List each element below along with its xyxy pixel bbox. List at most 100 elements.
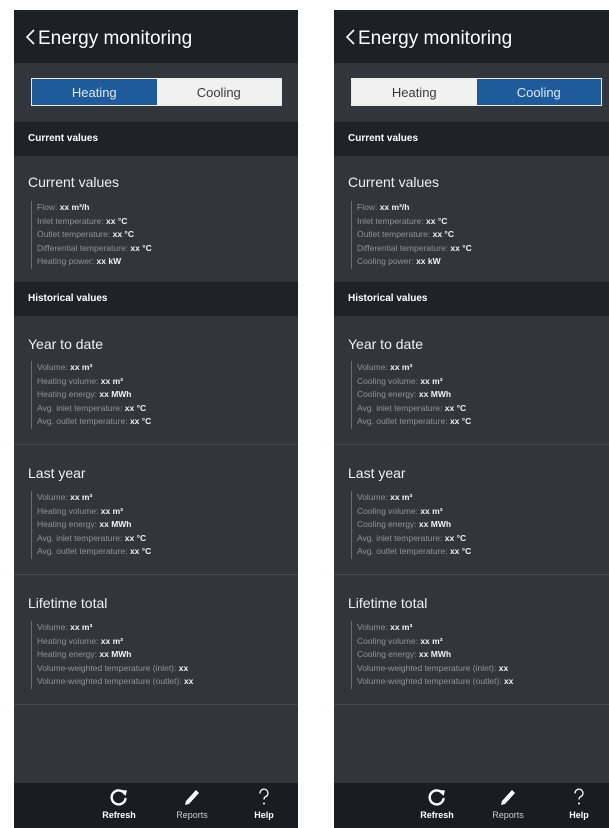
reports-label: Reports xyxy=(492,810,524,820)
title-bar: Energy monitoring xyxy=(334,10,609,63)
list-item: Volume-weighted temperature (outlet): xx xyxy=(357,676,514,686)
title-bar: Energy monitoring xyxy=(14,10,298,63)
divider xyxy=(14,444,298,445)
last-year-list: Volume: xx m³ Cooling volume: xx m³ Cool… xyxy=(351,491,471,559)
year-to-date-list: Volume: xx m³ Cooling volume: xx m³ Cool… xyxy=(351,361,471,429)
list-item: Volume: xx m³ xyxy=(37,492,93,502)
help-button[interactable]: Help xyxy=(236,787,292,827)
list-item: Heating energy: xx MWh xyxy=(37,649,132,659)
divider xyxy=(334,704,609,705)
row-flow: Flow: xx m³/h xyxy=(37,202,90,212)
help-icon xyxy=(574,788,584,805)
row-outlet-temperature: Outlet temperature: xx °C xyxy=(357,229,454,239)
list-item: Cooling energy: xx MWh xyxy=(357,389,452,399)
historical-values-section-header: Historical values xyxy=(334,282,609,316)
list-item: Volume: xx m³ xyxy=(37,622,93,632)
list-item: Avg. inlet temperature: xx °C xyxy=(357,402,467,413)
list-item: Volume: xx m³ xyxy=(37,362,93,372)
screen-heating: Energy monitoring Heating Cooling Curren… xyxy=(14,10,298,828)
year-to-date-list: Volume: xx m³ Heating volume: xx m³ Heat… xyxy=(31,361,151,429)
bottom-tab-bar: Refresh Reports Help xyxy=(334,783,609,828)
reports-button[interactable]: Reports xyxy=(164,787,220,827)
help-button[interactable]: Help xyxy=(551,787,607,827)
help-label: Help xyxy=(254,810,274,820)
list-item: Cooling volume: xx m³ xyxy=(357,635,443,646)
list-item: Heating volume: xx m³ xyxy=(37,375,124,386)
section-label: Current values xyxy=(348,133,419,144)
block-heading: Last year xyxy=(28,465,86,481)
divider xyxy=(14,574,298,575)
row-inlet-temperature: Inlet temperature: xx °C xyxy=(37,215,128,226)
block-heading: Lifetime total xyxy=(348,595,428,611)
row-power: Heating power: xx kW xyxy=(37,256,122,266)
section-label: Current values xyxy=(28,133,99,144)
list-item: Avg. outlet temperature: xx °C xyxy=(37,416,152,426)
list-item: Avg. outlet temperature: xx °C xyxy=(357,546,472,556)
list-item: Avg. inlet temperature: xx °C xyxy=(37,532,147,543)
heating-tab[interactable]: Heating xyxy=(352,79,477,105)
divider xyxy=(334,444,609,445)
list-item: Avg. inlet temperature: xx °C xyxy=(357,532,467,543)
current-values-section-header: Current values xyxy=(334,122,609,156)
row-differential-temperature: Differential temperature: xx °C xyxy=(37,242,152,253)
list-item: Heating volume: xx m³ xyxy=(37,505,124,516)
page-title: Energy monitoring xyxy=(358,28,513,49)
row-differential-temperature: Differential temperature: xx °C xyxy=(357,242,472,253)
row-power: Cooling power: xx kW xyxy=(357,256,441,266)
list-item: Cooling energy: xx MWh xyxy=(357,519,452,529)
block-heading: Year to date xyxy=(348,336,423,352)
list-item: Cooling volume: xx m³ xyxy=(357,375,443,386)
lifetime-total-list: Volume: xx m³ Heating volume: xx m³ Heat… xyxy=(31,621,193,689)
row-flow: Flow: xx m³/h xyxy=(357,202,410,212)
mode-segmented-control: Heating Cooling xyxy=(351,78,602,106)
page-title: Energy monitoring xyxy=(38,28,193,49)
list-item: Cooling energy: xx MWh xyxy=(357,649,452,659)
last-year-list: Volume: xx m³ Heating volume: xx m³ Heat… xyxy=(31,491,151,559)
cooling-tab[interactable]: Cooling xyxy=(476,79,601,105)
row-outlet-temperature: Outlet temperature: xx °C xyxy=(37,229,134,239)
block-heading: Year to date xyxy=(28,336,103,352)
reports-button[interactable]: Reports xyxy=(480,787,536,827)
help-icon xyxy=(259,788,269,805)
pencil-icon xyxy=(185,790,199,805)
current-values-section-header: Current values xyxy=(14,122,298,156)
section-label: Historical values xyxy=(348,293,428,304)
pencil-icon xyxy=(501,790,515,805)
list-item: Volume: xx m³ xyxy=(357,492,413,502)
block-heading: Current values xyxy=(28,174,120,190)
help-label: Help xyxy=(569,810,589,820)
list-item: Avg. outlet temperature: xx °C xyxy=(357,416,472,426)
refresh-label: Refresh xyxy=(420,810,454,820)
section-label: Historical values xyxy=(28,293,108,304)
block-heading: Last year xyxy=(348,465,406,481)
list-item: Avg. outlet temperature: xx °C xyxy=(37,546,152,556)
screen-cooling: Energy monitoring Heating Cooling Curren… xyxy=(334,10,609,828)
lifetime-total-list: Volume: xx m³ Cooling volume: xx m³ Cool… xyxy=(351,621,513,689)
refresh-icon xyxy=(110,789,127,806)
refresh-label: Refresh xyxy=(102,810,136,820)
list-item: Volume: xx m³ xyxy=(357,622,413,632)
list-item: Heating energy: xx MWh xyxy=(37,519,132,529)
historical-values-section-header: Historical values xyxy=(14,282,298,316)
bottom-tab-bar: Refresh Reports Help xyxy=(14,783,298,828)
current-values-list: Flow: xx m³/h Inlet temperature: xx °C O… xyxy=(351,201,472,269)
row-inlet-temperature: Inlet temperature: xx °C xyxy=(357,215,448,226)
list-item: Cooling volume: xx m³ xyxy=(357,505,443,516)
divider xyxy=(14,704,298,705)
current-values-list: Flow: xx m³/h Inlet temperature: xx °C O… xyxy=(31,201,152,269)
refresh-icon xyxy=(428,789,445,806)
list-item: Volume: xx m³ xyxy=(357,362,413,372)
block-heading: Current values xyxy=(348,174,440,190)
mode-segmented-control: Heating Cooling xyxy=(31,78,282,106)
list-item: Volume-weighted temperature (inlet): xx xyxy=(357,662,509,673)
heating-tab[interactable]: Heating xyxy=(32,79,157,105)
list-item: Volume-weighted temperature (inlet): xx xyxy=(37,662,189,673)
list-item: Avg. inlet temperature: xx °C xyxy=(37,402,147,413)
refresh-button[interactable]: Refresh xyxy=(409,787,465,827)
cooling-tab[interactable]: Cooling xyxy=(157,79,282,105)
refresh-button[interactable]: Refresh xyxy=(91,787,147,827)
reports-label: Reports xyxy=(176,810,208,820)
block-heading: Lifetime total xyxy=(28,595,108,611)
list-item: Volume-weighted temperature (outlet): xx xyxy=(37,676,194,686)
divider xyxy=(334,574,609,575)
